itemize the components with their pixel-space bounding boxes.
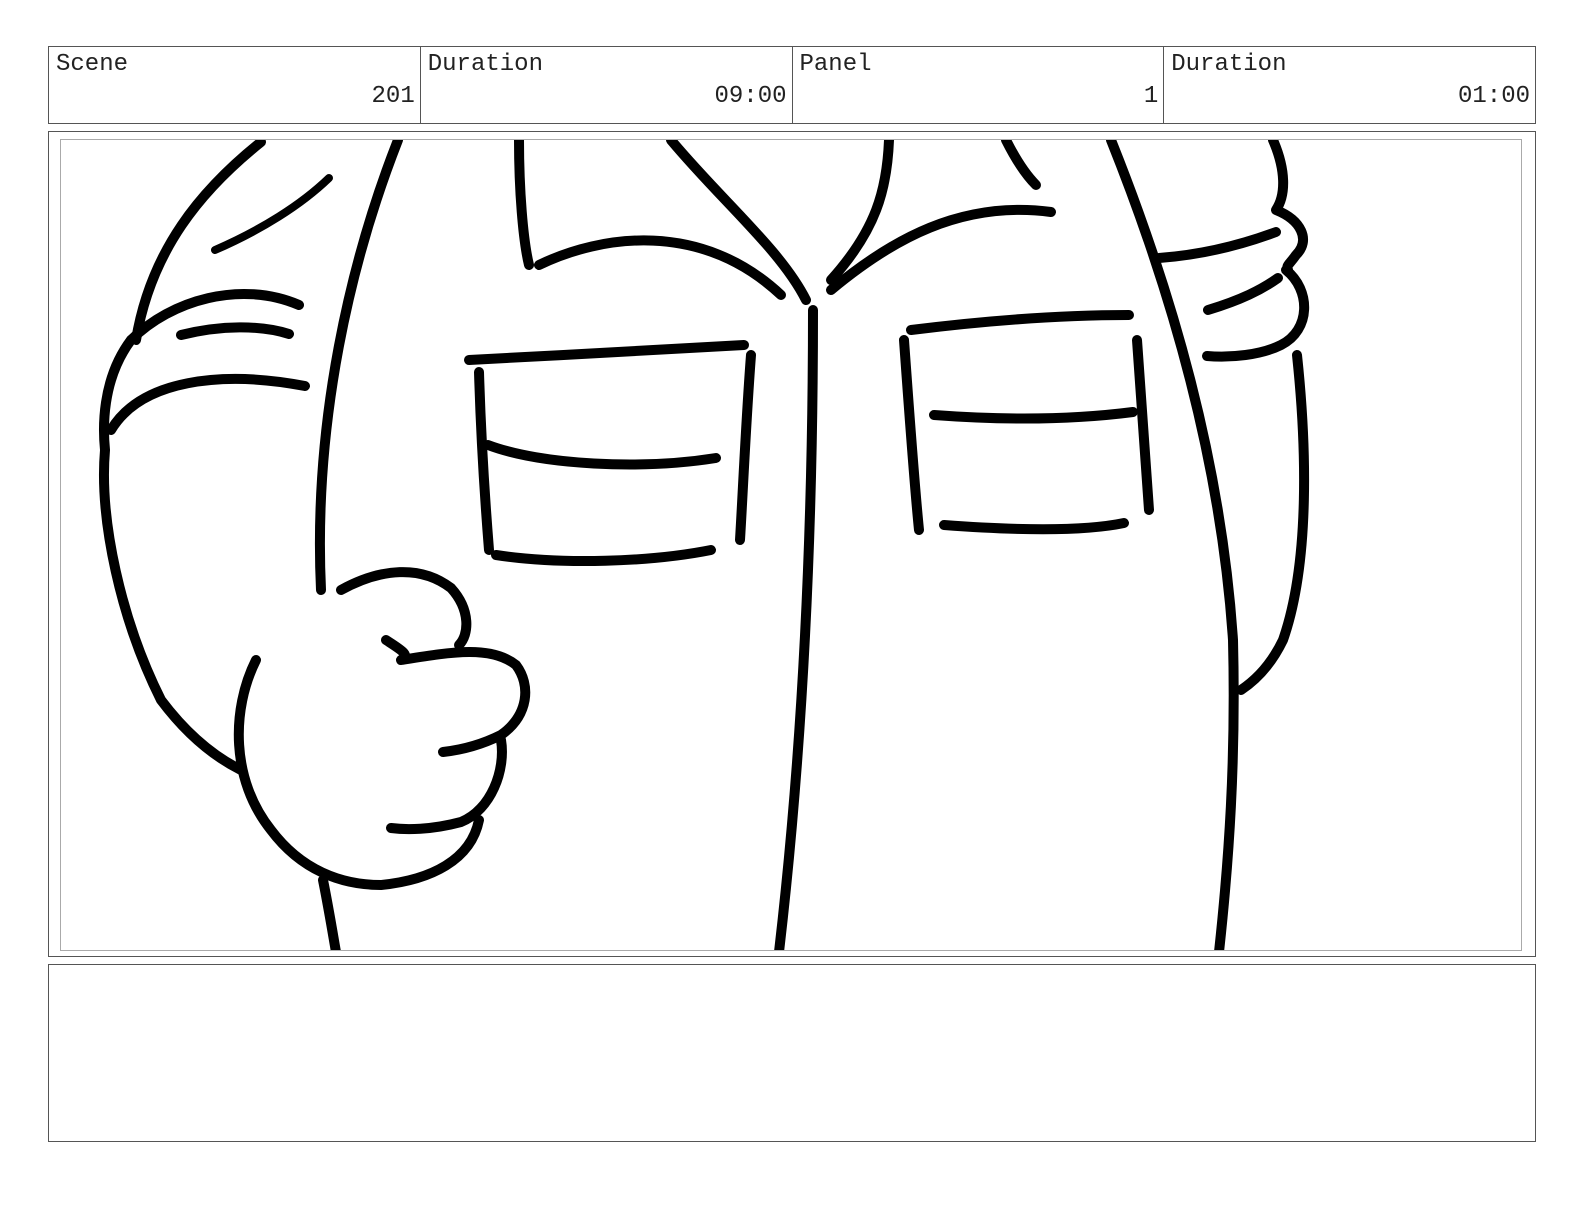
hand-finger-top — [381, 635, 531, 757]
torso-left-edge-lower — [318, 875, 341, 950]
left-sleeve-cuff-line — [176, 322, 294, 340]
left-pocket-flap — [483, 440, 721, 470]
scene-label: Scene — [56, 51, 129, 78]
right-sleeve-fold — [1203, 273, 1283, 315]
panel-number: 1 — [1143, 83, 1159, 110]
panel-image-area — [60, 139, 1522, 951]
right-arm-outer — [1236, 350, 1310, 695]
collar-right-fold — [1001, 140, 1041, 190]
left-sleeve-fold — [211, 174, 333, 254]
right-sleeve-cuff — [1154, 227, 1281, 263]
scene-duration-label: Duration — [427, 51, 543, 78]
panel-notes-area — [48, 964, 1536, 1142]
left-arm-cuff-bottom — [106, 374, 310, 435]
scene-number: 201 — [371, 83, 415, 110]
right-pocket-bottom — [939, 518, 1129, 535]
panel-label: Panel — [799, 51, 872, 78]
right-pocket-right — [1132, 335, 1154, 515]
panel-duration-cell: Duration 01:00 — [1164, 47, 1535, 123]
left-pocket-top — [464, 340, 749, 365]
left-pocket-right — [735, 350, 756, 545]
scene-duration-cell: Duration 09:00 — [421, 47, 793, 123]
left-pocket-bottom — [491, 545, 716, 567]
panel-duration-value: 01:00 — [1457, 83, 1530, 110]
scene-duration-value: 09:00 — [714, 83, 787, 110]
right-pocket-flap — [929, 407, 1138, 424]
scene-cell: Scene 201 — [49, 47, 421, 123]
right-pocket-left — [899, 335, 924, 535]
left-arm-outer — [99, 335, 246, 775]
right-sleeve-cuff-lower — [1202, 265, 1310, 362]
character-drawing — [99, 140, 1310, 950]
storyboard-panel — [48, 131, 1536, 957]
left-pocket-left — [474, 367, 494, 555]
right-pocket-top — [906, 310, 1134, 335]
hand-thumb — [336, 567, 472, 650]
torso-left-edge — [314, 140, 403, 595]
storyboard-header: Scene 201 Duration 09:00 Panel 1 Duratio… — [48, 46, 1536, 124]
collar-right — [826, 204, 1056, 295]
right-sleeve-shoulder — [1268, 140, 1309, 275]
collar-left — [534, 235, 786, 300]
hand-palm-lower — [233, 655, 484, 890]
collar-left-lapel — [666, 140, 811, 305]
panel-duration-label: Duration — [1171, 51, 1287, 78]
button-placket — [774, 305, 818, 950]
panel-cell: Panel 1 — [793, 47, 1165, 123]
collar-left-back — [514, 140, 534, 270]
